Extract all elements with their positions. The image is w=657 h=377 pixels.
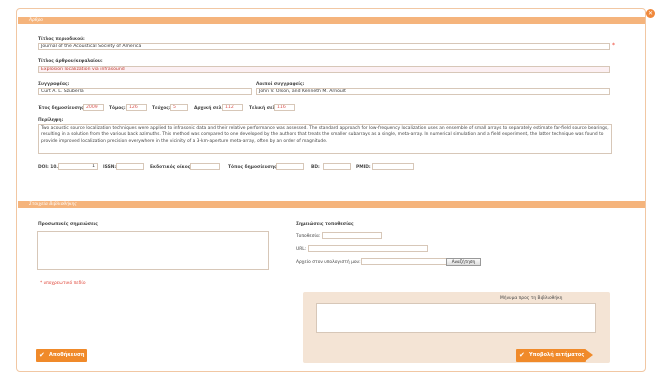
issn-label: ISSN: — [103, 165, 117, 170]
location-field[interactable] — [322, 232, 382, 239]
library-section-title: Στοιχεία Βιβλιοθήκης — [29, 202, 77, 207]
submit-button-label: Υποβολή αιτήματος — [529, 352, 585, 358]
article-title-label: Τίτλος άρθρου/κεφαλαίου: — [38, 59, 103, 64]
author-label: Συγγραφέας: — [38, 82, 70, 87]
publisher-field[interactable] — [190, 163, 220, 170]
library-section-header: Στοιχεία Βιβλιοθήκης — [18, 201, 645, 208]
author-field[interactable]: Curt A. L. Szuberla — [38, 88, 252, 95]
start-page-field[interactable]: 112 — [222, 104, 243, 111]
required-marker: * — [612, 42, 615, 49]
pmid-field[interactable] — [372, 163, 414, 170]
article-section-title: Άρθρο — [29, 18, 43, 23]
start-page-label: Αρχική σελ.: — [194, 106, 225, 111]
personal-notes-field[interactable] — [37, 231, 269, 270]
message-field[interactable] — [316, 303, 596, 333]
publisher-label: Εκδοτικός οίκος: — [150, 165, 193, 170]
abstract-field[interactable]: Two acoustic source localization techniq… — [38, 124, 612, 154]
article-title-field[interactable]: Explosion localization via infrasound — [38, 66, 610, 73]
check-icon: ✔ — [519, 351, 525, 359]
doi-label: DOI: 10. — [38, 165, 59, 170]
bd-label: BD: — [311, 165, 320, 170]
abstract-label: Περίληψη: — [38, 118, 64, 123]
location-notes-label: Σημειώσεις τοποθεσίας — [296, 222, 354, 227]
volume-label: Τόμος: — [109, 106, 126, 111]
end-page-field[interactable]: 116 — [274, 104, 295, 111]
save-button[interactable]: ✔ Αποθήκευση — [36, 349, 87, 362]
article-section-header: Άρθρο — [18, 17, 645, 24]
other-authors-field[interactable]: John V. Olson, and Kenneth M. Arnoult — [256, 88, 610, 95]
other-authors-label: Λοιποί συγγραφείς: — [256, 82, 305, 87]
pmid-label: PMID: — [356, 165, 371, 170]
arrow-right-icon — [585, 349, 593, 361]
file-field[interactable] — [361, 258, 447, 265]
issue-field[interactable]: 5 — [170, 104, 188, 111]
message-label: Μήνυμα προς τη Βιβλιοθήκη — [500, 296, 563, 301]
close-icon[interactable]: ✕ — [646, 9, 655, 18]
check-icon: ✔ — [39, 351, 45, 359]
location-label: Τοποθεσία: — [296, 234, 321, 239]
submit-request-button[interactable]: ✔ Υποβολή αιτήματος — [516, 349, 586, 362]
file-label: Αρχείο στον υπολογιστή μου: — [296, 260, 361, 265]
journal-title-field[interactable]: Journal of the Acoustical Society of Ame… — [38, 43, 610, 50]
pub-place-field[interactable] — [276, 163, 304, 170]
volume-field[interactable]: 126 — [126, 104, 147, 111]
bd-field[interactable] — [323, 163, 351, 170]
issue-label: Τεύχος: — [152, 106, 171, 111]
url-label: URL: — [296, 247, 307, 252]
pub-place-label: Τόπος δημοσίευσης: — [228, 165, 279, 170]
url-field[interactable] — [308, 245, 428, 252]
save-button-label: Αποθήκευση — [49, 352, 85, 358]
browse-button[interactable]: Αναζήτηση — [446, 258, 481, 266]
year-label: Έτος δημοσίευσης: — [38, 106, 86, 111]
issn-field[interactable] — [116, 163, 144, 170]
required-note: * υποχρεωτικό πεδίο — [40, 281, 86, 286]
doi-field[interactable]: 1 — [58, 163, 98, 170]
year-field[interactable]: 2009 — [83, 104, 104, 111]
personal-notes-label: Προσωπικές σημειώσεις — [38, 222, 98, 227]
journal-title-label: Τίτλος περιοδικού: — [38, 37, 85, 42]
